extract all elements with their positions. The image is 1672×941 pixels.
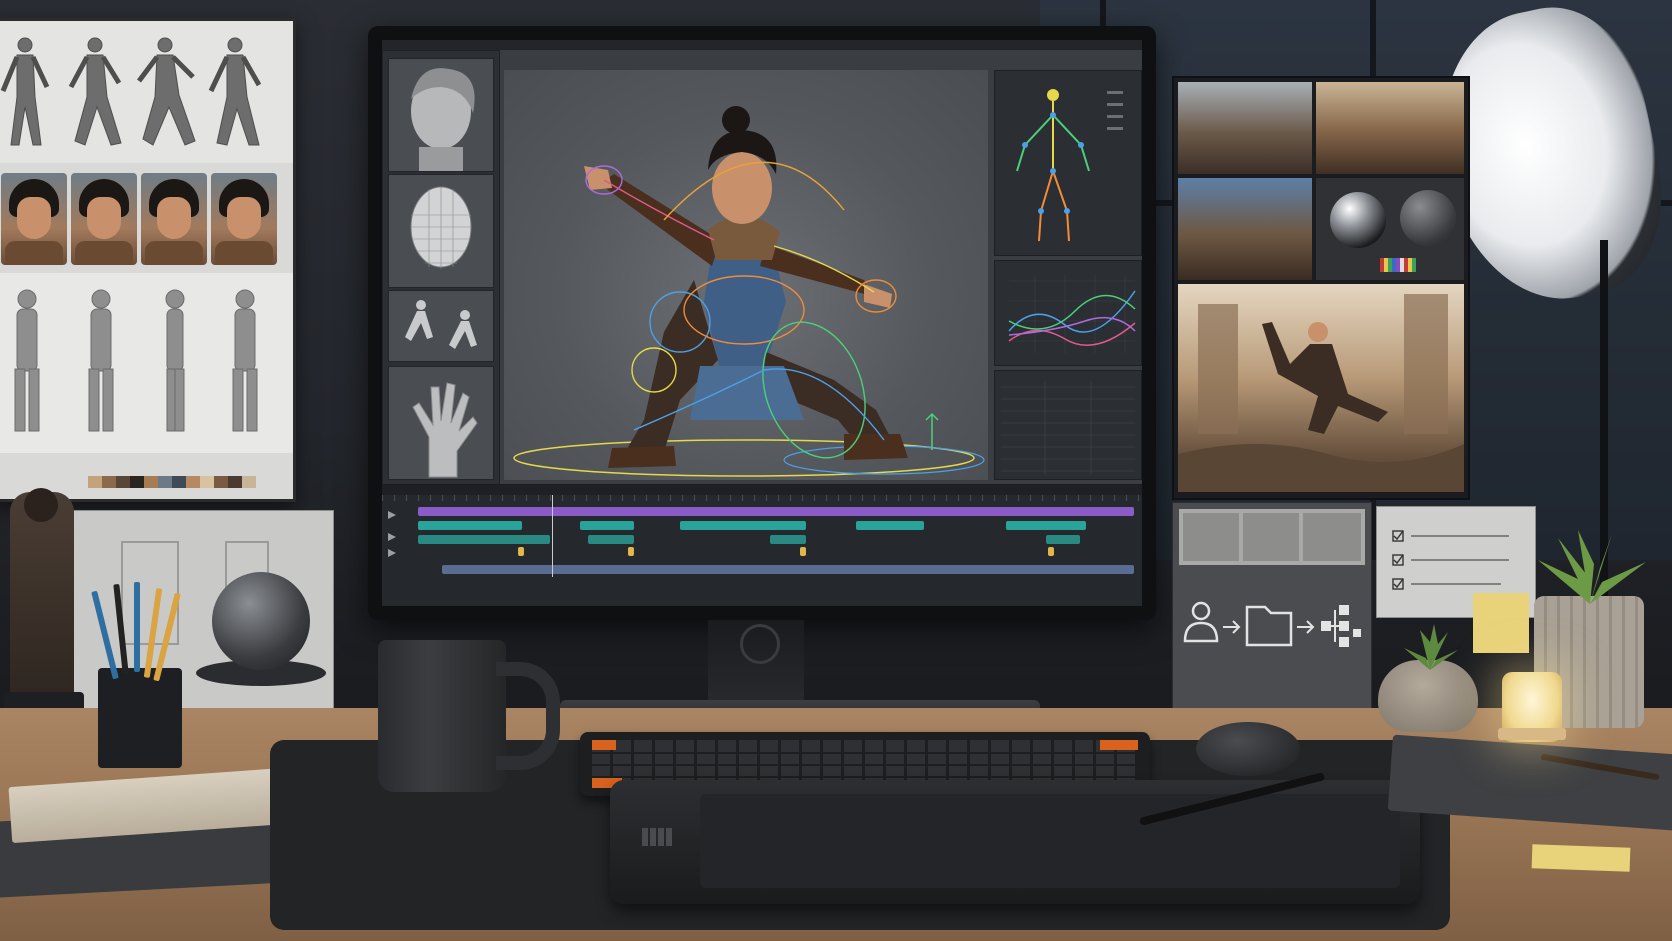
timeline-toolbar <box>382 485 1142 495</box>
playhead[interactable] <box>552 495 553 577</box>
final-render-preview <box>1178 284 1464 492</box>
mug-handle <box>496 662 560 770</box>
keyframe-marker[interactable] <box>1048 547 1054 556</box>
expression-sheet-face <box>1 173 67 265</box>
timeline-clip[interactable] <box>418 521 522 530</box>
environment-ref-ruins <box>1316 82 1464 174</box>
reference-sphere <box>212 572 310 670</box>
asset-thumb-poses[interactable] <box>388 290 494 362</box>
timeline-clip[interactable] <box>580 521 634 530</box>
keyframe-marker[interactable] <box>800 547 806 556</box>
folder-icon <box>1245 605 1293 647</box>
checklist-card <box>1376 506 1536 653</box>
small-plant-pot <box>1378 660 1478 732</box>
expression-sheet-face <box>71 173 137 265</box>
drawing-tablet[interactable] <box>610 780 1420 904</box>
skeleton-rig-panel[interactable] <box>994 70 1142 256</box>
keyframe-marker[interactable] <box>518 547 524 556</box>
environment-ref-temple <box>1178 82 1312 174</box>
app-menubar <box>382 40 1142 50</box>
keyframe-marker[interactable] <box>628 547 634 556</box>
tablet-active-area[interactable] <box>700 794 1400 888</box>
graph-editor-panel[interactable] <box>994 260 1142 366</box>
environment-ref-city <box>1178 178 1312 280</box>
node-graph-icon <box>1321 605 1361 647</box>
pose-sketches <box>0 37 262 146</box>
coffee-mug <box>378 640 506 792</box>
sticky-note <box>1473 593 1529 653</box>
large-succulent <box>1538 530 1646 604</box>
character-turnaround-board <box>0 18 296 502</box>
timeline-clip[interactable] <box>856 521 924 530</box>
color-palette-swatches <box>88 476 256 488</box>
sticky-note <box>1531 844 1631 872</box>
rigged-character <box>513 106 985 477</box>
timeline-track-audio[interactable] <box>442 565 1134 574</box>
properties-panel[interactable] <box>994 370 1142 480</box>
tablet-express-keys[interactable] <box>642 828 672 846</box>
workflow-card <box>1172 502 1372 716</box>
expression-sheet-face <box>141 173 207 265</box>
expression-sheet-face <box>211 173 277 265</box>
play-icon[interactable] <box>388 533 396 541</box>
environment-reference-board <box>1172 76 1470 500</box>
computer-mouse[interactable] <box>1196 722 1300 776</box>
play-icon[interactable] <box>388 511 396 519</box>
asset-thumb-wireframe[interactable] <box>388 174 494 288</box>
play-icon[interactable] <box>388 549 396 557</box>
timeline-clip[interactable] <box>1046 535 1080 544</box>
main-monitor <box>368 26 1156 620</box>
asset-thumb-hand[interactable] <box>388 366 494 480</box>
figurine-head <box>24 488 58 522</box>
timeline-ruler <box>382 495 1142 501</box>
animation-timeline[interactable] <box>382 484 1142 606</box>
lamp-base <box>1498 728 1566 740</box>
timeline-clip[interactable] <box>680 521 806 530</box>
workspace-scene <box>0 0 1672 941</box>
monitor-stand <box>708 620 804 712</box>
timeline-clip[interactable] <box>418 535 550 544</box>
pencil-cup <box>91 582 182 768</box>
checkbox-icon <box>1392 530 1404 590</box>
material-ref-spheres <box>1316 178 1464 280</box>
timeline-clip[interactable] <box>1006 521 1086 530</box>
timeline-clip[interactable] <box>588 535 634 544</box>
accent-key[interactable] <box>1100 740 1138 750</box>
escape-key[interactable] <box>592 740 616 750</box>
animation-software-screen <box>382 40 1142 606</box>
timeline-clip[interactable] <box>770 535 806 544</box>
3d-viewport[interactable] <box>504 70 988 480</box>
asset-thumb-sculpt[interactable] <box>388 58 494 172</box>
person-icon <box>1183 601 1219 643</box>
timeline-track-purple[interactable] <box>418 507 1134 516</box>
small-succulent <box>1404 624 1458 670</box>
model-turnaround <box>14 289 258 432</box>
character-figurine <box>10 492 74 700</box>
